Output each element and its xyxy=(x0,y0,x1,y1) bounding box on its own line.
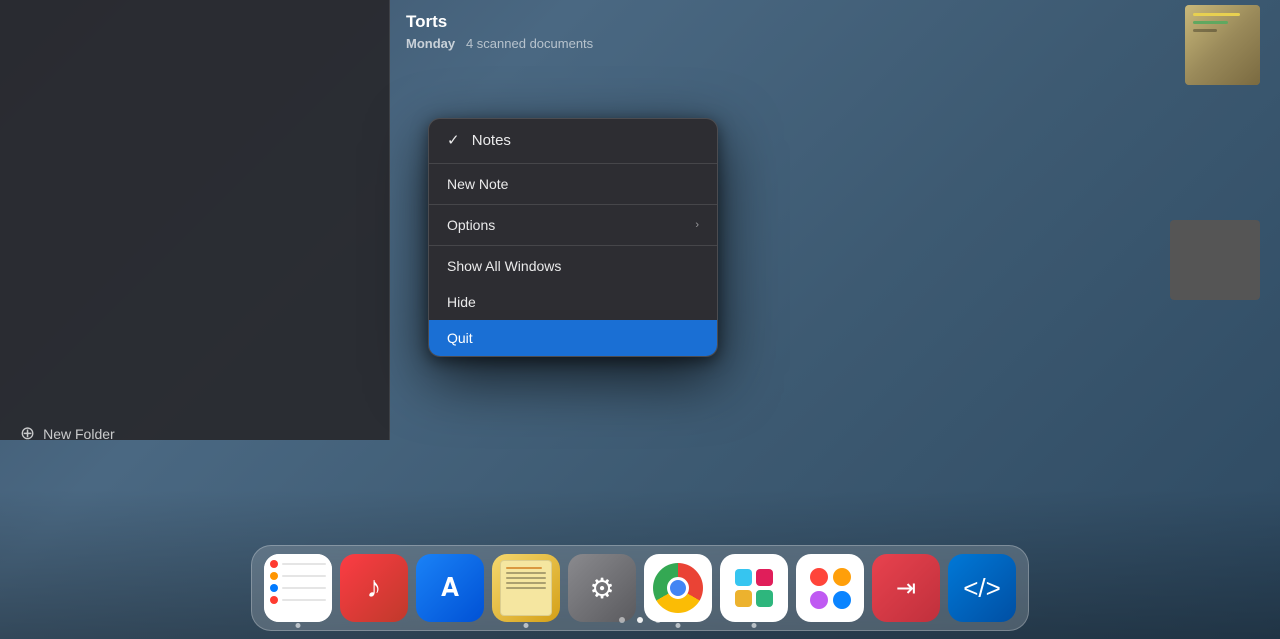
dock-app-craft[interactable] xyxy=(796,554,864,622)
dock-app-paste[interactable]: ⇥ xyxy=(872,554,940,622)
reminder-row-3 xyxy=(270,584,326,592)
menu-item-hide-label: Hide xyxy=(447,294,476,310)
craft-dot-blue xyxy=(833,591,851,609)
menu-item-options-label: Options xyxy=(447,217,495,233)
thumbnail-content xyxy=(1193,13,1252,77)
dock-app-slack[interactable] xyxy=(720,554,788,622)
reminder-dot-orange xyxy=(270,572,278,580)
craft-dot-red xyxy=(810,568,828,586)
reminder-row-2 xyxy=(270,572,326,580)
craft-dot-purple xyxy=(810,591,828,609)
reminders-icon xyxy=(264,554,332,622)
slack-piece-green xyxy=(756,590,773,607)
thumbnail-image xyxy=(1185,5,1260,85)
slack-piece-yellow xyxy=(735,590,752,607)
sidebar-panel xyxy=(0,0,390,440)
dock-app-reminders[interactable] xyxy=(264,554,332,622)
dock-indicator-notes xyxy=(524,623,529,628)
dock-app-appstore[interactable]: 𝐀 xyxy=(416,554,484,622)
slack-icon xyxy=(729,563,779,613)
slack-piece-teal xyxy=(735,569,752,586)
music-note-icon: ♪ xyxy=(367,571,382,605)
menu-item-new-note-label: New Note xyxy=(447,176,508,192)
menu-item-hide[interactable]: Hide xyxy=(429,284,717,320)
reminder-line-1 xyxy=(282,563,326,565)
new-folder-button[interactable]: ⊕ New Folder xyxy=(20,423,115,444)
gear-icon: ⚙ xyxy=(589,572,614,605)
note-list-item[interactable]: Torts Monday 4 scanned documents xyxy=(390,0,820,63)
dock-indicator-chrome xyxy=(676,623,681,628)
menu-divider-1 xyxy=(429,163,717,164)
note-meta: 4 scanned documents xyxy=(466,36,593,51)
notes-icon-line-3 xyxy=(506,577,546,579)
thumb-line-1 xyxy=(1193,13,1240,16)
thumb-line-3 xyxy=(1193,29,1217,32)
menu-divider-3 xyxy=(429,245,717,246)
dock-indicator-reminders xyxy=(296,623,301,628)
chrome-icon xyxy=(653,563,703,613)
reminder-dot-red xyxy=(270,560,278,568)
menu-item-options[interactable]: Options › xyxy=(429,207,717,243)
reminder-row-1 xyxy=(270,560,326,568)
menu-item-new-note[interactable]: New Note xyxy=(429,166,717,202)
note-subtitle: Monday 4 scanned documents xyxy=(406,36,804,51)
dock-app-music[interactable]: ♪ xyxy=(340,554,408,622)
note-thumbnail-bottom xyxy=(1170,220,1260,300)
dock-app-sysprefs[interactable]: ⚙ xyxy=(568,554,636,622)
check-mark-icon: ✓ xyxy=(447,132,464,149)
dock-dot-2-active xyxy=(637,617,643,623)
notes-icon-line-1 xyxy=(506,567,542,569)
menu-item-notes-content: ✓ Notes xyxy=(447,131,511,149)
notes-icon xyxy=(500,560,552,616)
context-menu: ✓ Notes New Note Options › Show All Wind… xyxy=(428,118,718,357)
menu-item-show-all-windows[interactable]: Show All Windows xyxy=(429,248,717,284)
new-folder-label: New Folder xyxy=(43,426,115,442)
dock-app-vscode[interactable]: </> xyxy=(948,554,1016,622)
notes-icon-line-5 xyxy=(506,587,546,589)
dock-app-notes[interactable] xyxy=(492,554,560,622)
menu-item-quit-label: Quit xyxy=(447,330,473,346)
dock-page-indicators xyxy=(619,617,661,623)
menu-item-notes-label: Notes xyxy=(472,132,511,149)
menu-divider-2 xyxy=(429,204,717,205)
menu-item-notes[interactable]: ✓ Notes xyxy=(429,119,717,161)
dock-app-chrome[interactable] xyxy=(644,554,712,622)
dock-indicator-slack xyxy=(752,623,757,628)
reminder-dot-red-2 xyxy=(270,596,278,604)
menu-item-show-all-windows-label: Show All Windows xyxy=(447,258,561,274)
reminder-line-4 xyxy=(282,599,326,601)
notes-icon-line-4 xyxy=(506,582,546,584)
chevron-right-icon: › xyxy=(695,219,699,231)
slack-piece-pink xyxy=(756,569,773,586)
paste-icon: ⇥ xyxy=(896,574,916,603)
note-title: Torts xyxy=(406,12,804,32)
dock-dot-3 xyxy=(655,617,661,623)
thumb-line-2 xyxy=(1193,21,1228,24)
reminder-line-3 xyxy=(282,587,326,589)
vscode-icon: </> xyxy=(963,573,1001,604)
reminder-line-2 xyxy=(282,575,326,577)
reminder-row-4 xyxy=(270,596,326,604)
craft-dot-orange xyxy=(833,568,851,586)
reminder-dot-blue xyxy=(270,584,278,592)
craft-icon xyxy=(806,564,855,613)
plus-icon: ⊕ xyxy=(20,423,35,444)
appstore-icon: 𝐀 xyxy=(441,572,459,604)
note-thumbnail-top xyxy=(1185,5,1260,85)
chrome-inner-circle xyxy=(667,577,689,599)
dock-dot-1 xyxy=(619,617,625,623)
notes-icon-line-2 xyxy=(506,572,546,574)
note-day: Monday xyxy=(406,36,455,51)
menu-item-quit[interactable]: Quit xyxy=(429,320,717,356)
